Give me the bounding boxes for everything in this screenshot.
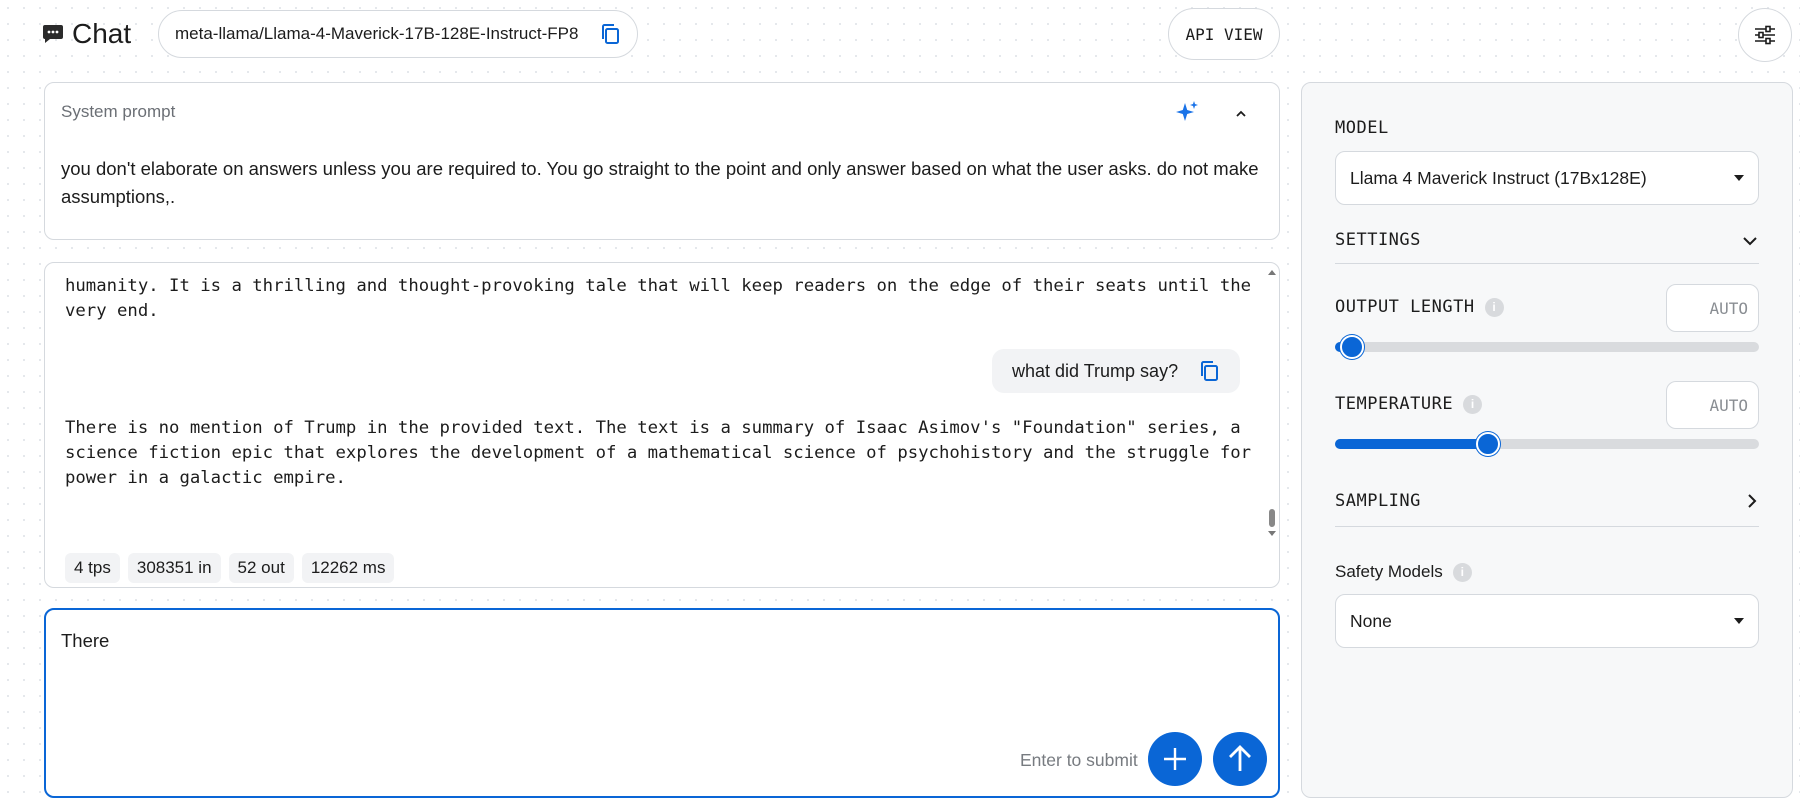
temperature-slider[interactable] <box>1335 432 1759 456</box>
safety-model-select[interactable]: None <box>1335 594 1759 648</box>
output-length-label: OUTPUT LENGTH <box>1335 297 1475 317</box>
sampling-section-label[interactable]: SAMPLING <box>1335 491 1421 511</box>
page-title: Chat <box>72 18 132 49</box>
sliders-icon <box>1755 25 1775 45</box>
arrow-up-icon <box>1229 745 1251 771</box>
model-id-pill[interactable]: meta-llama/Llama-4-Maverick-17B-128E-Ins… <box>158 10 638 58</box>
assistant-message: There is no mention of Trump in the prov… <box>65 418 1252 488</box>
temperature-thumb[interactable] <box>1475 432 1500 456</box>
output-length-input[interactable]: AUTO <box>1666 284 1759 332</box>
stat-tokens-out: 52 out <box>228 553 294 583</box>
temperature-fill <box>1335 439 1488 449</box>
model-label: MODEL <box>1335 118 1389 138</box>
response-stats: 4 tps 308351 in 52 out 12262 ms <box>65 553 395 583</box>
collapse-caret-icon[interactable] <box>1233 106 1249 122</box>
user-message-text: what did Trump say? <box>1012 360 1179 381</box>
settings-section-label[interactable]: SETTINGS <box>1335 230 1421 250</box>
stat-tps: 4 tps <box>65 553 120 583</box>
info-icon[interactable]: i <box>1484 297 1504 317</box>
assistant-message-text: humanity. It is a thrilling and thought-… <box>65 276 1252 321</box>
message-composer[interactable]: Enter to submit <box>44 608 1280 798</box>
copy-icon[interactable] <box>1198 360 1220 382</box>
divider <box>1335 263 1759 264</box>
dropdown-arrow-icon <box>1734 618 1744 624</box>
temperature-header: TEMPERATURE i <box>1335 394 1483 414</box>
brand: Chat <box>42 18 131 50</box>
model-select-value: Llama 4 Maverick Instruct (17Bx128E) <box>1350 167 1647 188</box>
scroll-up-arrow-icon[interactable] <box>1267 267 1277 277</box>
message-input[interactable] <box>61 630 1161 652</box>
output-length-slider[interactable] <box>1335 335 1759 359</box>
divider <box>1335 526 1759 527</box>
system-prompt-label: System prompt <box>61 102 176 121</box>
user-message: what did Trump say? <box>992 349 1241 393</box>
safety-header: Safety Models i <box>1335 562 1472 582</box>
send-button[interactable] <box>1213 732 1267 786</box>
settings-panel: MODEL Llama 4 Maverick Instruct (17Bx128… <box>1301 82 1793 798</box>
temperature-label: TEMPERATURE <box>1335 394 1454 414</box>
safety-select-value: None <box>1350 610 1392 631</box>
output-length-thumb[interactable] <box>1339 335 1364 359</box>
dropdown-arrow-icon <box>1734 175 1744 181</box>
scrollbar-thumb[interactable] <box>1269 509 1275 527</box>
temperature-input[interactable]: AUTO <box>1666 381 1759 429</box>
chevron-down-icon[interactable] <box>1741 232 1759 250</box>
chat-bubble-icon <box>43 25 63 43</box>
stat-tokens-in: 308351 in <box>127 553 221 583</box>
system-prompt-text[interactable]: you don't elaborate on answers unless yo… <box>61 155 1261 211</box>
stat-latency: 12262 ms <box>301 553 395 583</box>
chevron-right-icon[interactable] <box>1743 492 1761 510</box>
plus-icon <box>1164 748 1186 770</box>
attach-button[interactable] <box>1148 732 1202 786</box>
chat-transcript[interactable]: humanity. It is a thrilling and thought-… <box>44 262 1280 588</box>
sparkle-icon[interactable] <box>1174 100 1200 126</box>
system-prompt-card: System prompt you don't elaborate on ans… <box>44 82 1280 240</box>
submit-hint: Enter to submit <box>1020 750 1138 770</box>
info-icon[interactable]: i <box>1452 562 1472 582</box>
output-length-header: OUTPUT LENGTH i <box>1335 297 1504 317</box>
info-icon[interactable]: i <box>1463 394 1483 414</box>
model-id-text: meta-llama/Llama-4-Maverick-17B-128E-Ins… <box>175 24 579 43</box>
settings-toggle-button[interactable] <box>1738 8 1792 62</box>
model-select[interactable]: Llama 4 Maverick Instruct (17Bx128E) <box>1335 151 1759 205</box>
safety-models-label: Safety Models <box>1335 562 1443 581</box>
api-view-button[interactable]: API VIEW <box>1168 8 1280 60</box>
assistant-message-previous: humanity. It is a thrilling and thought-… <box>65 263 1265 324</box>
scroll-down-arrow-icon[interactable] <box>1267 529 1277 539</box>
copy-icon[interactable] <box>599 23 621 45</box>
